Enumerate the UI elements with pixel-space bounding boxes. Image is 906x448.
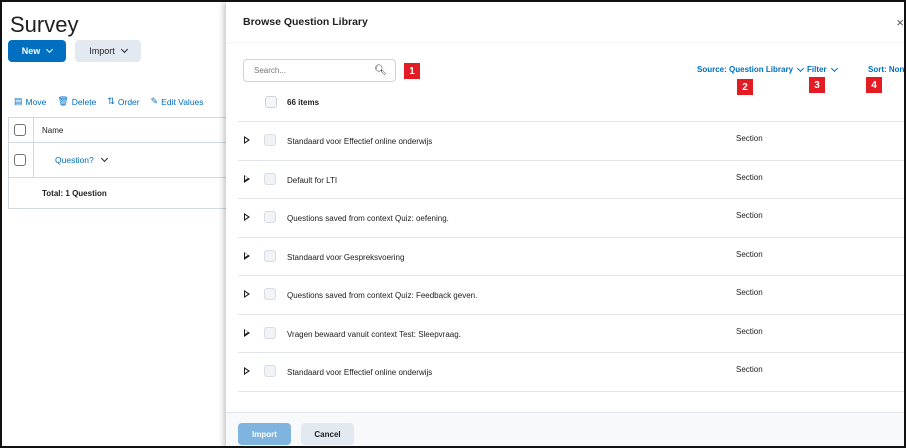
- expand-triangle-icon[interactable]: [244, 213, 250, 221]
- callout-marker-3: 3: [809, 77, 825, 93]
- list-item: Standaard voor Effectief online onderwij…: [238, 353, 904, 392]
- row-type: Section: [736, 326, 763, 336]
- expand-triangle-icon[interactable]: [244, 174, 250, 183]
- question-toolbar: ▤ Move 🗑 Delete ⇅ Order ✎ Edit Values: [14, 96, 204, 107]
- screenshot-frame: Survey New Import ▤ Move 🗑 Delete ⇅ Order ✎…: [0, 0, 906, 448]
- question-library-list: Standaard voor Effectief online onderwij…: [238, 121, 904, 392]
- row-title: Default for LTI: [287, 175, 338, 185]
- total-row: Total: 1 Question: [9, 178, 230, 208]
- header-divider: [226, 42, 904, 44]
- row-type: Section: [736, 134, 763, 143]
- row-type: Section: [736, 211, 763, 220]
- column-divider: [33, 143, 34, 177]
- list-item: Questions saved from context Quiz: Feedb…: [238, 276, 904, 315]
- question-link-label: Question?: [55, 155, 94, 165]
- delete-label: Delete: [71, 96, 97, 107]
- row-checkbox[interactable]: [264, 326, 276, 339]
- total-label: Total: 1 Question: [42, 188, 107, 198]
- callout-marker-1: 1: [404, 63, 420, 79]
- sort-arrows-icon: ⇅: [107, 96, 115, 106]
- browse-question-library-dialog: Browse Question Library × 🔍︎ 1 Source: Q…: [226, 2, 906, 446]
- order-label: Order: [117, 96, 140, 107]
- row-checkbox[interactable]: [264, 172, 276, 185]
- list-item: Standaard voor Gespreksvoering Section: [238, 238, 904, 276]
- list-item: Vragen bewaard vanuit context Test: Slee…: [238, 315, 904, 353]
- row-type: Section: [736, 172, 763, 182]
- move-button[interactable]: ▤ Move: [14, 96, 46, 107]
- expand-triangle-icon[interactable]: [244, 367, 250, 375]
- row-title: Questions saved from context Quiz: oefen…: [287, 214, 449, 223]
- select-all-checkbox[interactable]: [265, 96, 277, 108]
- import-dropdown-button[interactable]: Import: [75, 40, 141, 62]
- import-button-label: Import: [89, 46, 115, 56]
- expand-triangle-icon[interactable]: [244, 328, 250, 337]
- chevron-down-icon: [46, 45, 54, 54]
- row-title: Questions saved from context Quiz: Feedb…: [287, 291, 478, 300]
- list-item: Questions saved from context Quiz: oefen…: [238, 199, 904, 238]
- survey-page: Survey New Import ▤ Move 🗑 Delete ⇅ Order ✎…: [2, 2, 230, 446]
- chevron-down-icon: [830, 64, 838, 72]
- row-title: Vragen bewaard vanuit context Test: Slee…: [287, 329, 461, 339]
- trash-icon: 🗑: [57, 96, 69, 106]
- expand-triangle-icon[interactable]: [244, 136, 250, 144]
- items-count: 66 items: [287, 98, 320, 107]
- source-dropdown-label: Source: Question Library: [697, 65, 794, 74]
- row-title: Standaard voor Effectief online onderwij…: [287, 137, 433, 146]
- question-link[interactable]: Question?: [55, 154, 108, 165]
- search-input[interactable]: [254, 66, 364, 75]
- column-divider: [33, 118, 34, 142]
- row-type: Section: [736, 288, 763, 297]
- move-label: Move: [25, 96, 47, 107]
- row-checkbox[interactable]: [264, 134, 276, 146]
- new-button[interactable]: New: [8, 40, 66, 62]
- chevron-down-icon: [120, 45, 128, 54]
- edit-values-label: Edit Values: [161, 96, 204, 107]
- delete-button[interactable]: 🗑 Delete: [57, 96, 96, 107]
- new-button-label: New: [21, 46, 41, 56]
- row-checkbox[interactable]: [14, 154, 26, 166]
- edit-values-button[interactable]: ✎ Edit Values: [151, 96, 204, 107]
- list-item: Default for LTI Section: [238, 161, 904, 199]
- search-box: 🔍︎: [243, 59, 396, 82]
- row-title: Standaard voor Gespreksvoering: [287, 252, 405, 262]
- dialog-title: Browse Question Library: [243, 16, 368, 28]
- move-icon: ▤: [14, 96, 23, 106]
- row-title: Standaard voor Effectief online onderwij…: [287, 368, 433, 377]
- expand-triangle-icon[interactable]: [244, 251, 250, 260]
- filter-dropdown-label: Filter: [807, 65, 827, 74]
- page-title: Survey: [10, 12, 79, 37]
- row-type: Section: [736, 249, 763, 259]
- close-icon[interactable]: ×: [896, 15, 904, 30]
- list-item: Standaard voor Effectief online onderwij…: [238, 122, 904, 161]
- filter-dropdown[interactable]: Filter: [807, 64, 838, 74]
- sort-dropdown-label: Sort: None: [868, 65, 906, 74]
- row-checkbox[interactable]: [264, 288, 276, 300]
- callout-marker-2: 2: [737, 79, 753, 95]
- name-column-header: Name: [42, 125, 64, 135]
- dialog-footer: Import Cancel: [226, 412, 904, 446]
- table-header-row: Name: [9, 118, 230, 143]
- callout-marker-4: 4: [866, 77, 882, 93]
- select-all-checkbox[interactable]: [14, 124, 26, 136]
- row-type: Section: [736, 365, 763, 374]
- table-row: Question?: [9, 143, 230, 178]
- order-button[interactable]: ⇅ Order: [107, 96, 139, 107]
- pencil-icon: ✎: [150, 96, 159, 106]
- chevron-down-icon: [796, 64, 805, 72]
- row-checkbox[interactable]: [264, 365, 276, 377]
- search-icon[interactable]: 🔍︎: [374, 65, 387, 76]
- chevron-down-icon: [100, 154, 108, 163]
- questions-table: Name Question? Total: 1 Question: [8, 117, 230, 209]
- source-dropdown[interactable]: Source: Question Library: [697, 64, 805, 74]
- expand-triangle-icon[interactable]: [244, 290, 250, 298]
- row-checkbox[interactable]: [264, 249, 276, 262]
- import-button[interactable]: Import: [238, 423, 291, 445]
- sort-dropdown[interactable]: Sort: None: [868, 65, 906, 74]
- row-checkbox[interactable]: [264, 211, 276, 223]
- cancel-button[interactable]: Cancel: [301, 423, 354, 445]
